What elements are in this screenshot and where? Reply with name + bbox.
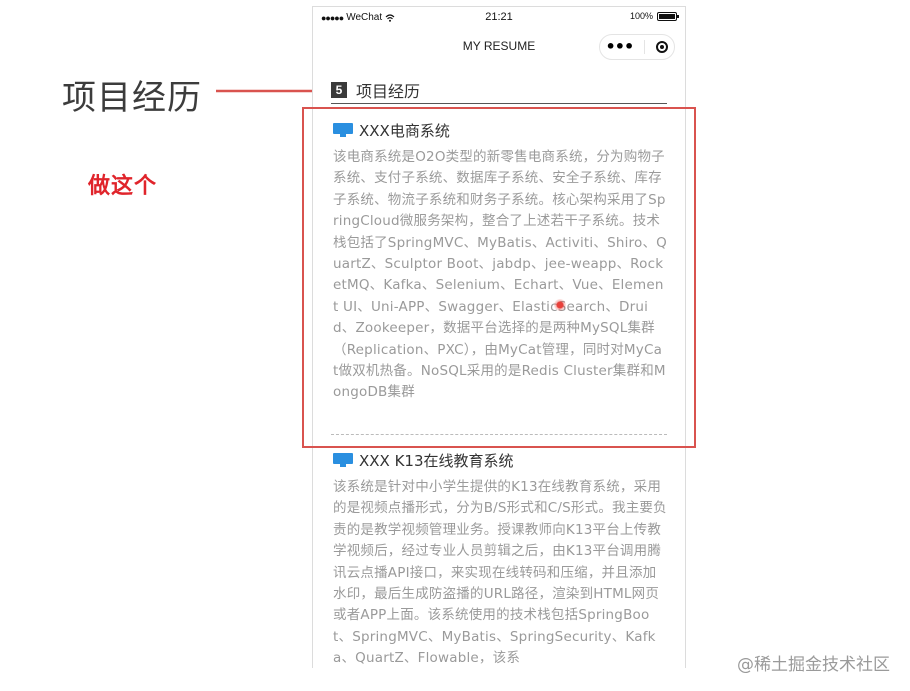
project-header: XXX K13在线教育系统 (333, 449, 667, 471)
watermark: @稀土掘金技术社区 (737, 655, 890, 675)
project-name: XXX K13在线教育系统 (359, 451, 514, 470)
capsule-divider (644, 40, 646, 54)
status-bar: ●●●●● WeChat 21:21 100% (313, 7, 685, 29)
navbar: MY RESUME ••• (313, 29, 685, 63)
section-header: 5 项目经历 (331, 77, 667, 104)
highlight-box (302, 107, 696, 448)
project-description: 该系统是针对中小学生提供的K13在线教育系统，采用的是视频点播形式，分为B/S形… (333, 479, 667, 667)
section-title: 项目经历 (356, 82, 421, 101)
more-button[interactable]: ••• (606, 39, 635, 55)
project-item: XXX K13在线教育系统 该系统是针对中小学生提供的K13在线教育系统，采用的… (333, 449, 667, 668)
close-target-icon[interactable] (656, 41, 669, 53)
annotation-note: 做这个 (88, 174, 158, 199)
miniprogram-capsule: ••• (599, 34, 675, 60)
monitor-icon (333, 453, 353, 467)
section-number: 5 (331, 82, 347, 98)
cursor-indicator (554, 299, 566, 311)
status-right: 100% (629, 11, 679, 21)
annotation-title: 项目经历 (62, 78, 202, 118)
battery-icon (657, 11, 679, 21)
battery-percent: 100% (629, 11, 653, 21)
